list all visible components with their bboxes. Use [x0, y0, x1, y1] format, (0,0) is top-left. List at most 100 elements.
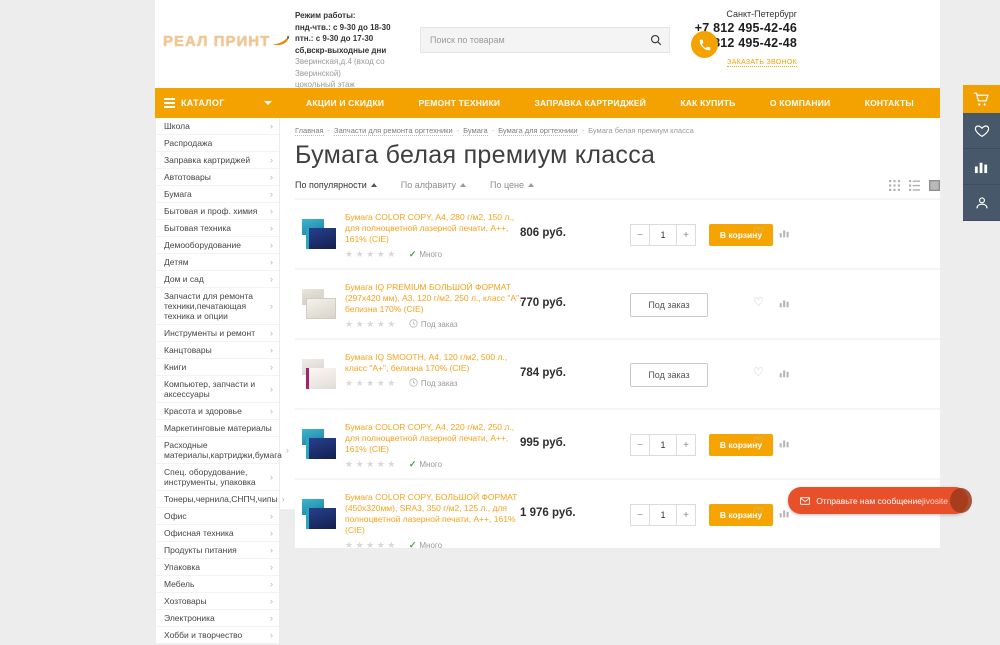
chevron-right-icon: ›: [270, 328, 273, 338]
sidebar-item[interactable]: Запчасти для ремонта техники,печатающая …: [156, 288, 279, 325]
nav-item[interactable]: КАК КУПИТЬ: [680, 98, 735, 108]
sidebar-item[interactable]: Хобби и творчество›: [156, 627, 279, 644]
product-image[interactable]: [300, 355, 338, 393]
rating-stars[interactable]: ★★★★★: [345, 540, 398, 551]
nav-links: АКЦИИ И СКИДКИ РЕМОНТ ТЕХНИКИ ЗАПРАВКА КАР…: [280, 88, 940, 118]
list-view-icon[interactable]: [909, 180, 920, 191]
search-input[interactable]: [421, 35, 643, 45]
sidebar-item[interactable]: Бытовая и проф. химия›: [156, 203, 279, 220]
quantity-decrease-button[interactable]: −: [630, 504, 650, 526]
breadcrumb-link[interactable]: Главная: [295, 126, 324, 136]
sort-option[interactable]: По алфавиту: [401, 180, 466, 190]
catalog-menu-button[interactable]: КАТАЛОГ: [155, 88, 280, 118]
sidebar-item[interactable]: Канцтовары›: [156, 342, 279, 359]
callback-link[interactable]: ЗАКАЗАТЬ ЗВОНОК: [727, 59, 797, 67]
grid-view-icon[interactable]: [889, 180, 900, 191]
caret-up-icon: [460, 183, 466, 187]
sidebar-item[interactable]: Школа›: [156, 118, 279, 135]
sidebar-item[interactable]: Детям›: [156, 254, 279, 271]
check-icon: ✓: [409, 459, 417, 470]
sidebar-item[interactable]: Бытовая техника›: [156, 220, 279, 237]
sidebar-item[interactable]: Заправка картриджей›: [156, 152, 279, 169]
compare-icon[interactable]: [779, 507, 790, 518]
product-title-link[interactable]: Бумага COLOR COPY, А4, 280 г/м2, 150 л.,…: [345, 212, 527, 245]
product-title-link[interactable]: Бумага COLOR COPY, БОЛЬШОЙ ФОРМАТ (450х3…: [345, 492, 527, 536]
favorites-button[interactable]: [963, 113, 1000, 149]
sort-option[interactable]: По цене: [490, 180, 534, 190]
chevron-right-icon: ›: [270, 189, 273, 199]
sidebar-item[interactable]: Дом и сад›: [156, 271, 279, 288]
sidebar-item[interactable]: Электроника›: [156, 610, 279, 627]
nav-item[interactable]: АКЦИИ И СКИДКИ: [306, 98, 384, 108]
phone-icon[interactable]: [691, 31, 718, 58]
sidebar-item[interactable]: Расходные материалы,картриджи,бумага›: [156, 437, 279, 464]
quantity-decrease-button[interactable]: −: [630, 434, 650, 456]
compare-icon[interactable]: [779, 367, 790, 378]
sidebar-item[interactable]: Тонеры,чернила,СНПЧ,чипы›: [156, 491, 279, 508]
product-info: Бумага COLOR COPY, А4, 280 г/м2, 150 л.,…: [345, 212, 527, 260]
nav-item[interactable]: ЗАПРАВКА КАРТРИДЖЕЙ: [535, 98, 647, 108]
sidebar-item-label: Красота и здоровье: [164, 406, 266, 416]
product-title-link[interactable]: Бумага IQ SMOOTH, А4, 120 г/м2, 500 л., …: [345, 352, 527, 374]
product-title-link[interactable]: Бумага IQ PREMIUM БОЛЬШОЙ ФОРМАТ (297х42…: [345, 282, 527, 315]
sidebar-item[interactable]: Компьютер, запчасти и аксессуары›: [156, 376, 279, 403]
nav-item[interactable]: КОНТАКТЫ: [865, 98, 914, 108]
rating-stars[interactable]: ★★★★★: [345, 249, 398, 260]
product-image[interactable]: [300, 215, 338, 253]
quantity-increase-button[interactable]: +: [676, 504, 696, 526]
search-icon[interactable]: [643, 28, 669, 52]
sidebar-item[interactable]: Книги›: [156, 359, 279, 376]
sidebar-item[interactable]: Офис›: [156, 508, 279, 525]
product-image[interactable]: [300, 285, 338, 323]
logo[interactable]: РЕАЛ ПРИНТ: [163, 18, 291, 64]
favorite-icon[interactable]: ♡: [753, 506, 764, 518]
rating-stars[interactable]: ★★★★★: [345, 459, 398, 470]
chat-widget[interactable]: Отправьте нам сообщение jivosite: [788, 487, 968, 514]
cart-button[interactable]: [963, 85, 1000, 113]
product-image[interactable]: [300, 495, 338, 533]
nav-item[interactable]: РЕМОНТ ТЕХНИКИ: [419, 98, 501, 108]
sort-option[interactable]: По популярности: [295, 180, 377, 190]
breadcrumb-link[interactable]: Бумага для оргтехники: [498, 126, 577, 136]
table-view-icon[interactable]: [929, 180, 940, 191]
sidebar-item[interactable]: Автотовары›: [156, 169, 279, 186]
sidebar-item[interactable]: Маркетинговые материалы: [156, 420, 279, 437]
schedule-line: пнд-чтв.: с 9-30 до 18-30: [295, 22, 410, 34]
compare-icon[interactable]: [779, 297, 790, 308]
quantity-increase-button[interactable]: +: [676, 224, 696, 246]
sidebar-item[interactable]: Инструменты и ремонт›: [156, 325, 279, 342]
rating-stars[interactable]: ★★★★★: [345, 319, 398, 330]
breadcrumb-link[interactable]: Бумага: [463, 126, 488, 136]
compare-button[interactable]: [963, 149, 1000, 185]
product-image-box: [306, 508, 336, 529]
nav-item[interactable]: О КОМПАНИИ: [770, 98, 830, 108]
favorite-icon[interactable]: ♡: [753, 226, 764, 238]
product-title-link[interactable]: Бумага COLOR COPY, А4, 220 г/м2, 250 л.,…: [345, 422, 527, 455]
compare-icon[interactable]: [779, 437, 790, 448]
compare-icon[interactable]: [779, 227, 790, 238]
availability-label: Под заказ: [421, 320, 458, 329]
sidebar-item[interactable]: Распродажа: [156, 135, 279, 152]
sidebar-item[interactable]: Бумага›: [156, 186, 279, 203]
sidebar-item[interactable]: Хозтовары›: [156, 593, 279, 610]
breadcrumb-link[interactable]: Запчасти для ремонта оргтехники: [334, 126, 453, 136]
quantity-decrease-button[interactable]: −: [630, 224, 650, 246]
preorder-button[interactable]: Под заказ: [630, 363, 708, 387]
sidebar-item[interactable]: Продукты питания›: [156, 542, 279, 559]
sidebar-item[interactable]: Красота и здоровье›: [156, 403, 279, 420]
chevron-right-icon: ›: [270, 172, 273, 182]
quantity-increase-button[interactable]: +: [676, 434, 696, 456]
sidebar-item[interactable]: Мебель›: [156, 576, 279, 593]
product-actions: −1+В корзину: [630, 223, 773, 247]
favorite-icon[interactable]: ♡: [753, 366, 764, 378]
favorite-icon[interactable]: ♡: [753, 296, 764, 308]
account-button[interactable]: [963, 185, 1000, 221]
product-image[interactable]: [300, 425, 338, 463]
sidebar-item[interactable]: Спец. оборудование, инструменты, упаковк…: [156, 464, 279, 491]
sidebar-item[interactable]: Упаковка›: [156, 559, 279, 576]
favorite-icon[interactable]: ♡: [753, 436, 764, 448]
sidebar-item[interactable]: Офисная техника›: [156, 525, 279, 542]
rating-stars[interactable]: ★★★★★: [345, 378, 398, 389]
preorder-button[interactable]: Под заказ: [630, 293, 708, 317]
sidebar-item[interactable]: Демооборудование›: [156, 237, 279, 254]
